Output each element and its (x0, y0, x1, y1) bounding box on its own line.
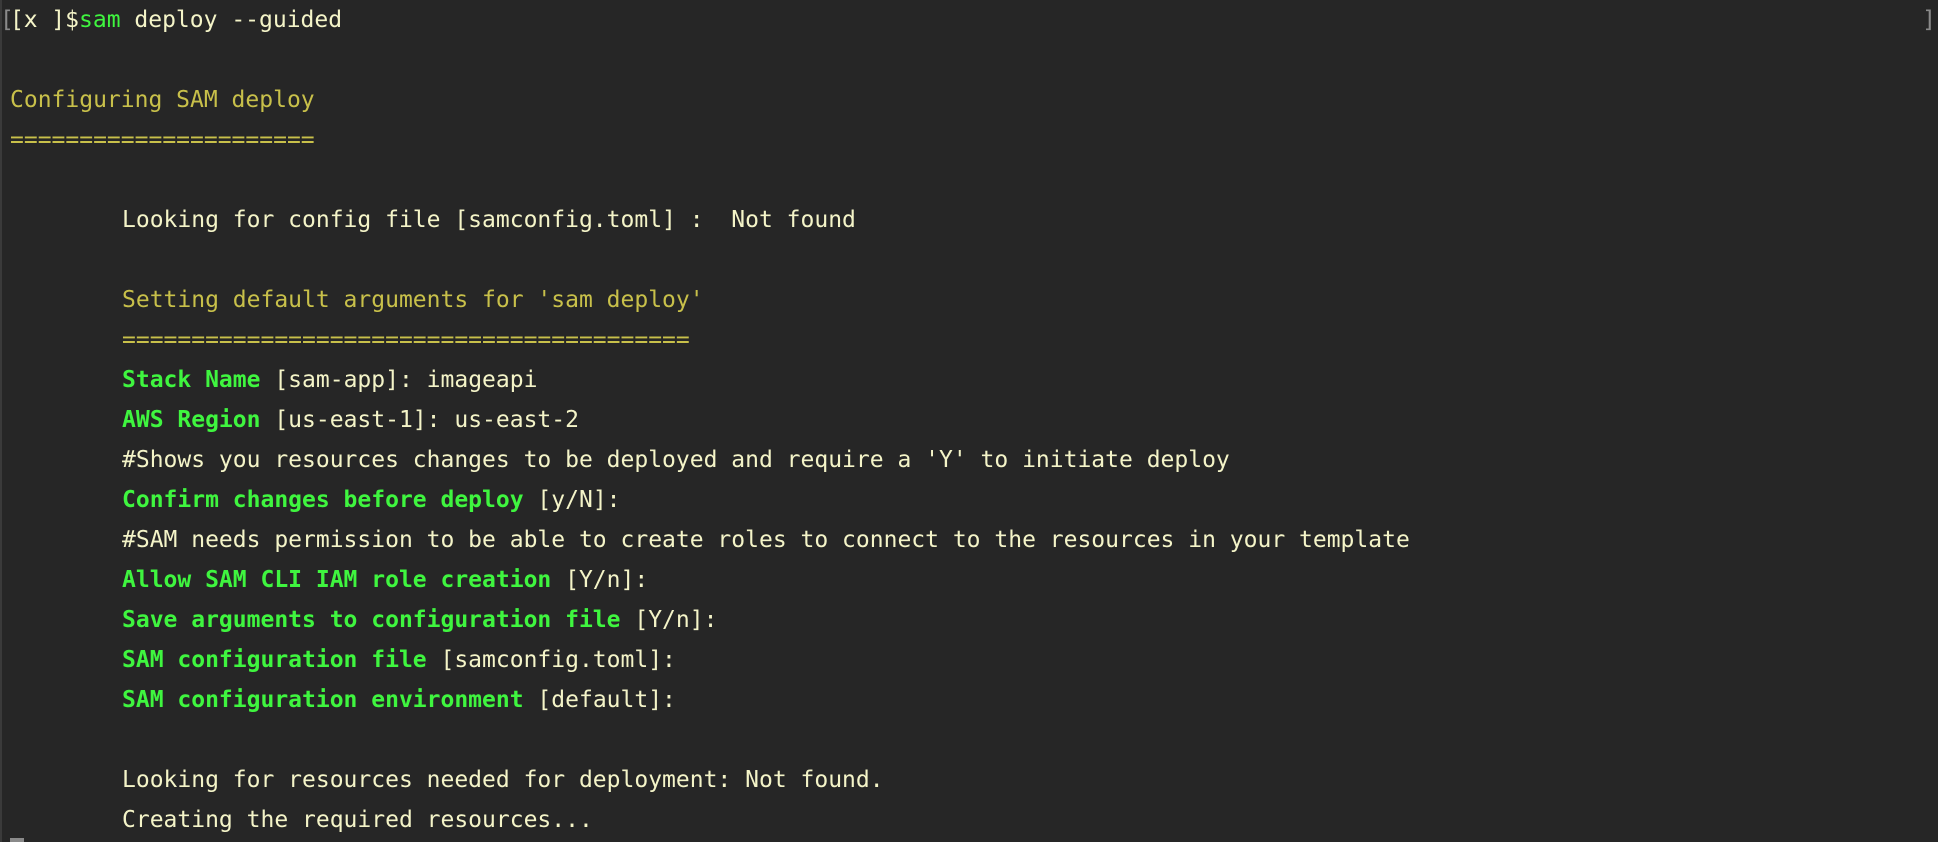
comment-line: #Shows you resources changes to be deplo… (122, 447, 1230, 473)
prompt-host: [ⅹ ]$ (10, 7, 79, 33)
section-title: Configuring SAM deploy (10, 87, 315, 113)
prompt-value: [samconfig.toml]: (426, 647, 676, 673)
prompt-label: Save arguments to configuration file (122, 607, 621, 633)
creating-resources-text: Creating the required resources... (122, 807, 593, 833)
window-left-edge (0, 0, 2, 842)
section-underline: ====================== (10, 127, 315, 153)
prompt-value: [Y/n]: (620, 607, 718, 633)
prompt-label: AWS Region (122, 407, 261, 433)
prompt-args: deploy --guided (120, 7, 343, 33)
prompt-value: [y/N]: (523, 487, 621, 513)
prompt-label: SAM configuration file (122, 647, 427, 673)
prompt-value: [Y/n]: (551, 567, 649, 593)
comment-line: #SAM needs permission to be able to crea… (122, 527, 1410, 553)
prompt-label: Confirm changes before deploy (122, 487, 524, 513)
defaults-title: Setting default arguments for 'sam deplo… (122, 287, 704, 313)
prompt-open-bracket: [ (0, 7, 14, 33)
prompt-confirm-changes[interactable]: Confirm changes before deploy [y/N]: (122, 480, 621, 520)
prompt-allow-iam-role[interactable]: Allow SAM CLI IAM role creation [Y/n]: (122, 560, 648, 600)
prompt-value: [sam-app]: imageapi (260, 367, 538, 393)
scrollbar-marker (10, 838, 24, 842)
prompt-label: SAM configuration environment (122, 687, 524, 713)
prompt-command: sam (79, 7, 121, 33)
resources-lookup-text: Looking for resources needed for deploym… (122, 767, 884, 793)
prompt-config-file[interactable]: SAM configuration file [samconfig.toml]: (122, 640, 676, 680)
prompt-line: [ⅹ ]$sam deploy --guided (10, 0, 342, 40)
terminal-window[interactable]: [ⅹ ]$sam deploy --guided [ ] Configuring… (0, 0, 1938, 842)
prompt-aws-region[interactable]: AWS Region [us-east-1]: us-east-2 (122, 400, 579, 440)
prompt-label: Allow SAM CLI IAM role creation (122, 567, 552, 593)
config-lookup-text: Looking for config file [samconfig.toml]… (122, 207, 856, 233)
prompt-close-bracket: ] (1922, 7, 1936, 33)
prompt-config-environment[interactable]: SAM configuration environment [default]: (122, 680, 676, 720)
prompt-label: Stack Name (122, 367, 261, 393)
prompt-save-arguments[interactable]: Save arguments to configuration file [Y/… (122, 600, 717, 640)
prompt-value: [us-east-1]: us-east-2 (260, 407, 579, 433)
defaults-underline: ========================================… (122, 327, 690, 353)
prompt-value: [default]: (523, 687, 676, 713)
prompt-stack-name[interactable]: Stack Name [sam-app]: imageapi (122, 360, 537, 400)
